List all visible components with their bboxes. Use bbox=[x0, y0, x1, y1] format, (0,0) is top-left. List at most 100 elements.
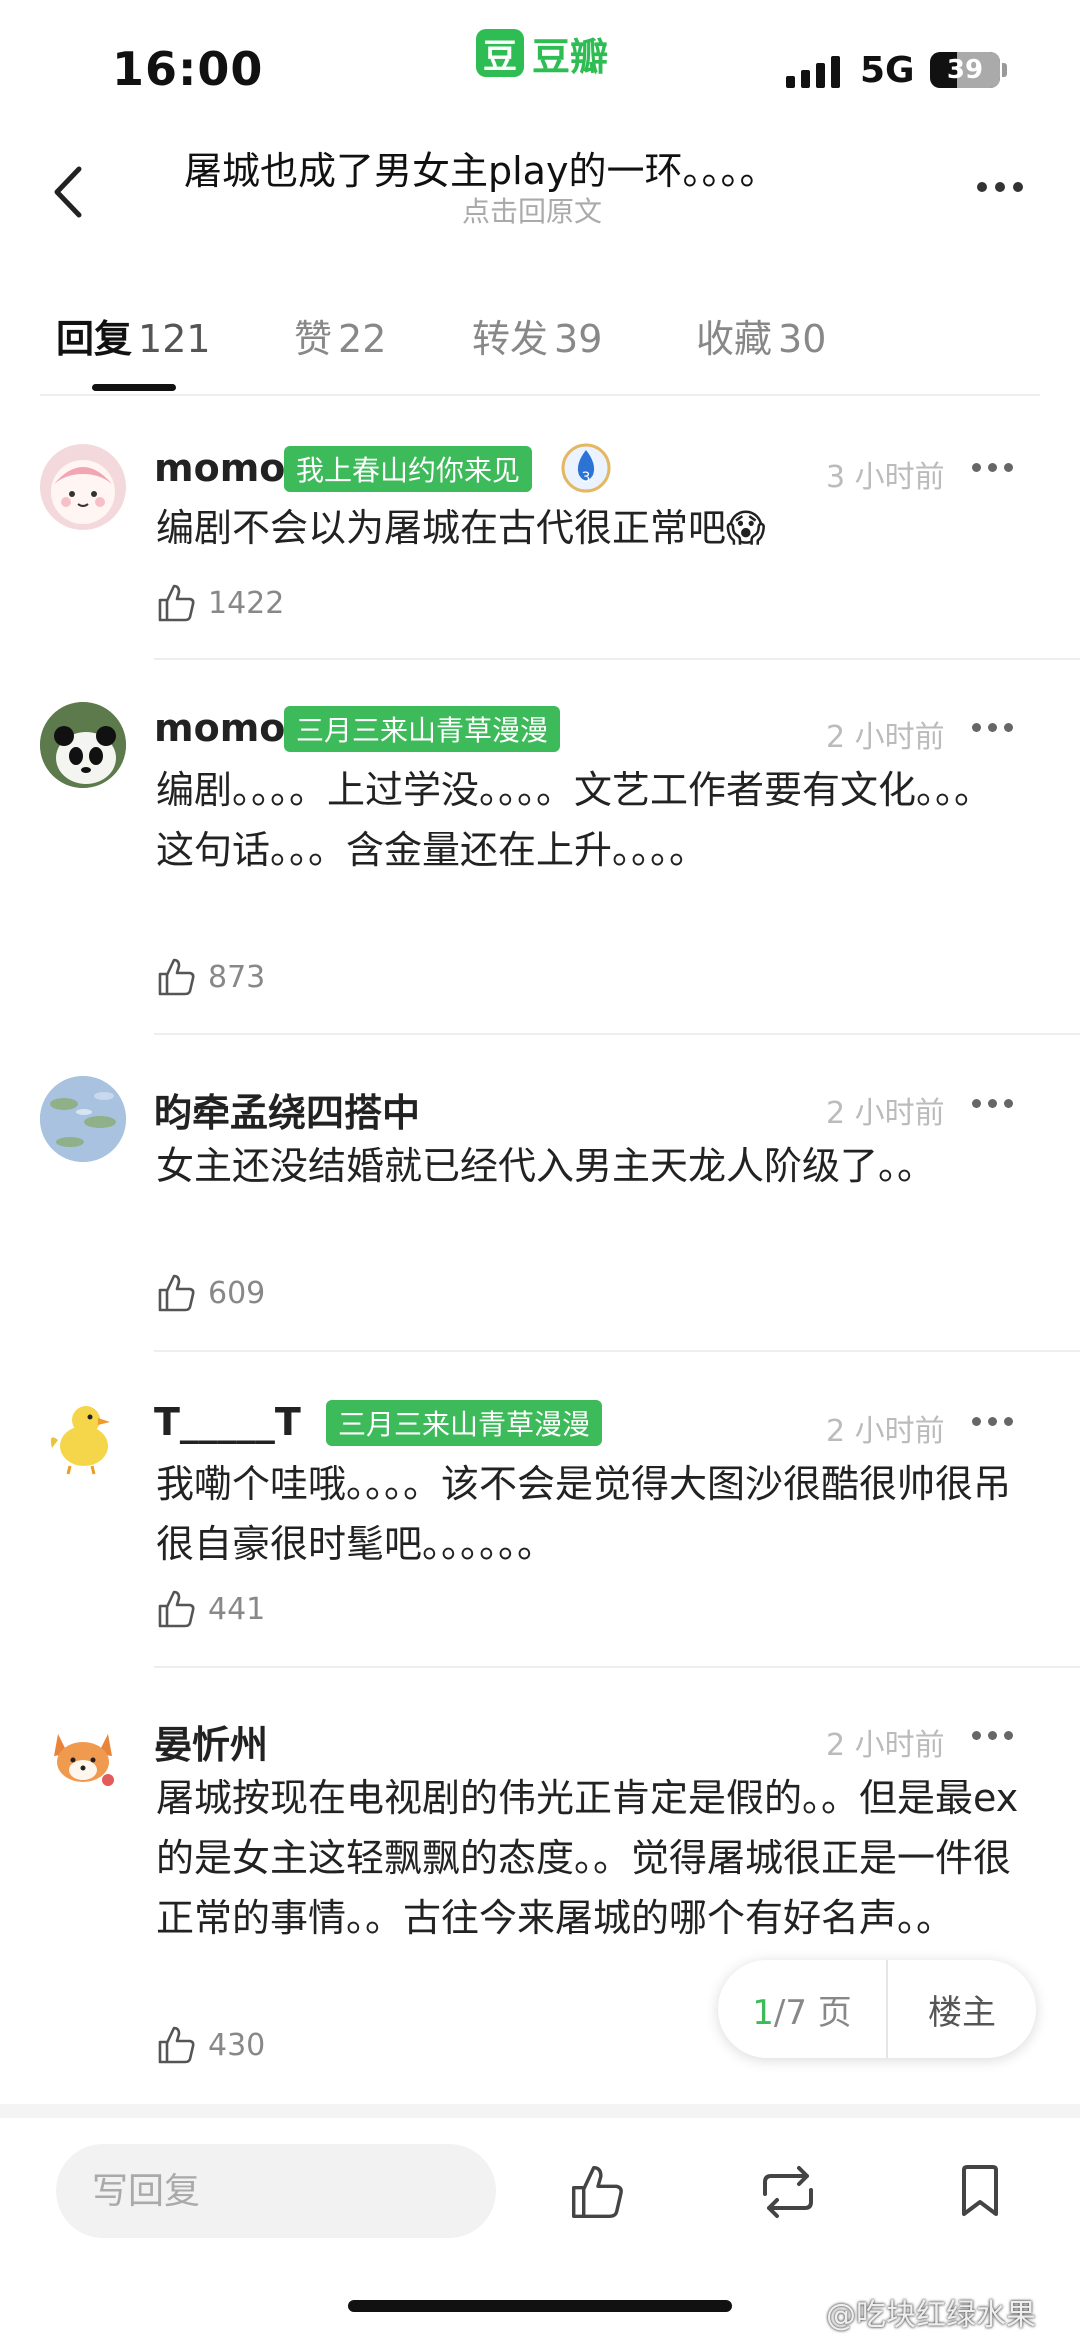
chick-avatar-icon bbox=[50, 1406, 110, 1475]
comment-more-button[interactable] bbox=[972, 1720, 1022, 1750]
avatar[interactable] bbox=[40, 1076, 126, 1162]
like-button[interactable]: 430 bbox=[156, 2024, 265, 2066]
tab-count: 22 bbox=[338, 317, 387, 361]
like-button[interactable]: 609 bbox=[156, 1272, 265, 1314]
total-pages: /7 页 bbox=[773, 1992, 852, 2033]
tab-label: 转发 bbox=[472, 317, 549, 361]
page-pager: 1/7 页 楼主 bbox=[718, 1960, 1036, 2058]
thumbs-up-icon bbox=[158, 1274, 195, 1312]
tab-bar: 回复 121 赞 22 转发 39 收藏 30 bbox=[40, 300, 1040, 396]
repost-button[interactable] bbox=[748, 2152, 828, 2232]
like-button[interactable]: 441 bbox=[156, 1588, 265, 1630]
user-badge[interactable]: 三月三来山青草漫漫 bbox=[326, 1400, 603, 1446]
more-options-button[interactable] bbox=[960, 162, 1040, 212]
dot bbox=[995, 182, 1005, 192]
page-indicator-button[interactable]: 1/7 页 bbox=[718, 1985, 886, 2034]
only-op-button[interactable]: 楼主 bbox=[888, 1985, 1036, 2034]
bookmark-button[interactable] bbox=[940, 2152, 1020, 2232]
comment-more-button[interactable] bbox=[972, 712, 1022, 742]
tab-count: 121 bbox=[138, 317, 211, 361]
comment-text: 女主还没结婚就已经代入男主天龙人阶级了。。 bbox=[156, 1144, 936, 1188]
thumbs-up-icon bbox=[572, 2166, 623, 2218]
comment-time: 2 小时前 bbox=[826, 1728, 945, 1763]
douban-brand: 豆 豆瓣 bbox=[476, 28, 609, 79]
chevron-left-icon bbox=[54, 166, 82, 218]
tab-likes[interactable]: 赞 22 bbox=[294, 308, 386, 363]
current-page: 1 bbox=[752, 1992, 774, 2033]
comment-author[interactable]: momo bbox=[154, 706, 285, 750]
tab-collections[interactable]: 收藏 30 bbox=[696, 308, 826, 363]
divider bbox=[154, 1666, 1080, 1668]
avatar[interactable] bbox=[40, 1392, 126, 1478]
fox-avatar-icon bbox=[54, 1734, 114, 1786]
comment-text: 我嘞个哇哦。。。。该不会是觉得大图沙很酷很帅很吊很自豪很时髦吧。。。。。。 bbox=[156, 1462, 1012, 1566]
home-indicator[interactable] bbox=[348, 2300, 732, 2312]
brand-name: 豆瓣 bbox=[532, 34, 609, 79]
tab-label: 赞 bbox=[294, 317, 333, 361]
avatar[interactable] bbox=[40, 702, 126, 788]
level-badge-icon: 3 bbox=[560, 442, 612, 494]
cellular-signal-icon bbox=[786, 54, 840, 88]
avatar[interactable] bbox=[40, 444, 126, 530]
divider bbox=[154, 1350, 1080, 1352]
divider bbox=[154, 658, 1080, 660]
svg-text:3: 3 bbox=[582, 470, 591, 486]
like-button[interactable]: 1422 bbox=[156, 582, 284, 624]
thumbs-up-icon bbox=[158, 1590, 195, 1628]
comment-author[interactable]: T_____T bbox=[154, 1400, 301, 1444]
top-navigation: 屠城也成了男女主play的一环。。。。 点击回原文 bbox=[0, 140, 1080, 260]
status-time: 16:00 bbox=[112, 42, 264, 96]
comment-more-button[interactable] bbox=[972, 1406, 1022, 1436]
comment-time: 3 小时前 bbox=[826, 460, 945, 495]
status-bar: 16:00 豆 豆瓣 5G 39 bbox=[0, 0, 1080, 140]
reply-input[interactable] bbox=[56, 2144, 496, 2238]
tab-count: 30 bbox=[778, 317, 827, 361]
thumbs-up-icon bbox=[158, 958, 195, 996]
comment-time: 2 小时前 bbox=[826, 1096, 945, 1131]
tab-replies[interactable]: 回复 121 bbox=[56, 308, 211, 363]
watermark: @吃块红绿水果 bbox=[826, 2298, 1036, 2333]
back-to-original-link[interactable]: 点击回原文 bbox=[462, 190, 602, 230]
back-button[interactable] bbox=[38, 152, 98, 232]
water-lily-avatar-icon bbox=[40, 1076, 126, 1162]
tab-reposts[interactable]: 转发 39 bbox=[472, 308, 602, 363]
tab-label: 收藏 bbox=[696, 317, 773, 361]
divider bbox=[154, 1033, 1080, 1035]
dot bbox=[977, 182, 987, 192]
active-tab-indicator bbox=[92, 384, 176, 391]
comment-more-button[interactable] bbox=[972, 452, 1022, 482]
post-title[interactable]: 屠城也成了男女主play的一环。。。。 bbox=[184, 140, 904, 195]
thumbs-up-icon bbox=[158, 2026, 195, 2064]
avatar[interactable] bbox=[40, 1710, 126, 1796]
like-button[interactable]: 873 bbox=[156, 956, 265, 998]
like-count: 430 bbox=[208, 2027, 266, 2063]
thumbs-up-icon bbox=[158, 584, 195, 622]
like-count: 609 bbox=[208, 1275, 266, 1311]
comment-author[interactable]: momo bbox=[154, 446, 285, 490]
user-badge[interactable]: 我上春山约你来见 bbox=[284, 446, 533, 492]
like-count: 1422 bbox=[208, 585, 285, 621]
tab-count: 39 bbox=[554, 317, 603, 361]
comment-text: 屠城按现在电视剧的伟光正肯定是假的。。但是最ex的是女主这轻飘飘的态度。。觉得屠… bbox=[156, 1776, 1019, 1940]
dot bbox=[1013, 182, 1023, 192]
battery-level: 39 bbox=[946, 55, 984, 85]
like-count: 873 bbox=[208, 959, 266, 995]
repost-icon bbox=[763, 2166, 813, 2218]
battery-tip bbox=[1002, 63, 1007, 77]
douban-logo-icon: 豆 bbox=[476, 29, 524, 77]
user-badge[interactable]: 三月三来山青草漫漫 bbox=[284, 706, 561, 752]
comment-author[interactable]: 晏忻州 bbox=[154, 1714, 268, 1769]
network-type: 5G bbox=[860, 50, 915, 91]
tab-label: 回复 bbox=[56, 317, 133, 361]
comment-more-button[interactable] bbox=[972, 1088, 1022, 1118]
battery-icon: 39 bbox=[930, 52, 1000, 88]
panda-avatar-icon bbox=[40, 702, 126, 788]
like-count: 441 bbox=[208, 1591, 266, 1627]
bookmark-icon bbox=[962, 2165, 998, 2216]
comment-time: 2 小时前 bbox=[826, 1414, 945, 1449]
pink-character-avatar-icon bbox=[51, 460, 115, 524]
comment-text: 编剧不会以为屠城在古代很正常吧😱 bbox=[156, 506, 766, 550]
comment-text: 编剧。。。。上过学没。。。。文艺工作者要有文化。。。这句话。。。含金量还在上升。… bbox=[156, 768, 993, 872]
like-post-button[interactable] bbox=[558, 2152, 638, 2232]
comment-author[interactable]: 昀牵孟绕四搭中 bbox=[154, 1082, 420, 1137]
